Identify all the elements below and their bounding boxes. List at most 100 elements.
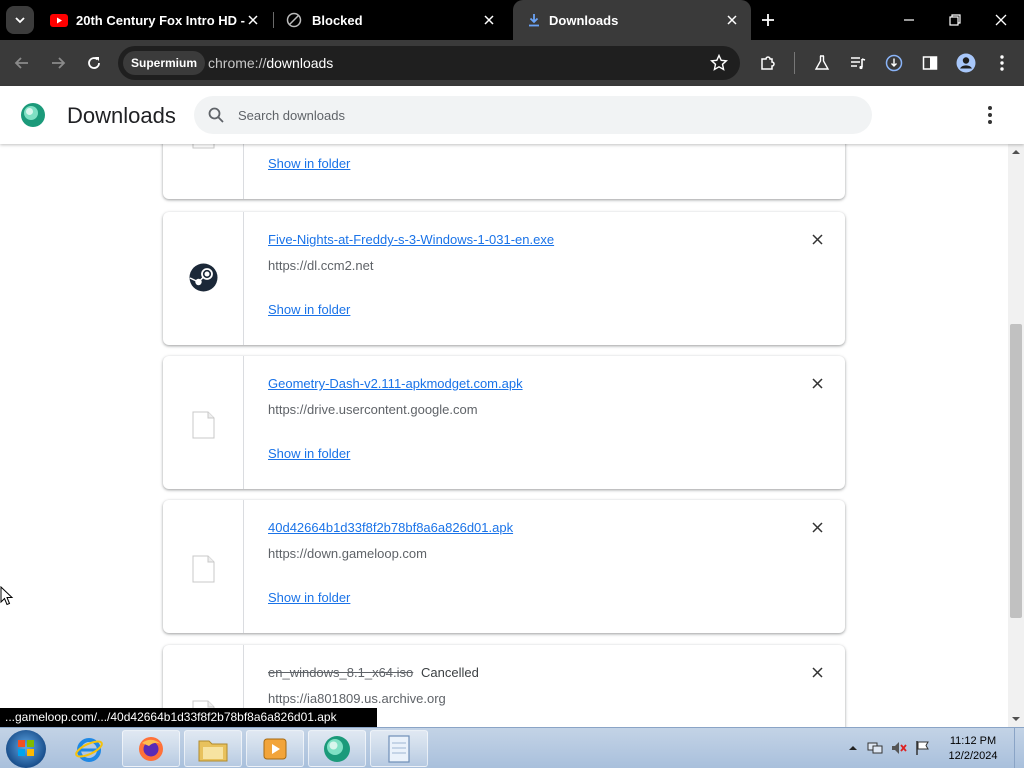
remove-download-button[interactable] — [809, 375, 825, 391]
tray-network[interactable] — [867, 740, 883, 756]
more-actions-button[interactable] — [980, 104, 1000, 126]
chevron-down-icon — [15, 17, 25, 24]
show-in-folder-link[interactable]: Show in folder — [268, 590, 350, 605]
scroll-down-arrow-icon[interactable] — [1012, 715, 1020, 723]
tray-action-center[interactable] — [915, 740, 931, 756]
download-filename-link[interactable]: 40d42664b1d33f8f2b78bf8a6a826d01.apk — [268, 520, 513, 535]
url-scheme: chrome:// — [208, 55, 267, 71]
tab-strip: 20th Century Fox Intro HD - Yo Blocked D… — [0, 0, 1024, 40]
download-source-url: https://down.gameloop.com — [268, 546, 427, 561]
flask-icon — [814, 55, 830, 70]
download-source-url: https://ia801809.us.archive.org — [268, 691, 446, 706]
file-icon — [192, 411, 215, 439]
mouse-cursor-icon — [0, 586, 14, 606]
taskbar-firefox[interactable] — [122, 730, 180, 767]
network-icon — [867, 742, 883, 754]
volume-muted-icon — [892, 742, 907, 754]
supermium-logo-icon — [21, 103, 45, 127]
download-filename-link[interactable]: Geometry-Dash-v2.111-apkmodget.com.apk — [268, 376, 523, 391]
download-icon-column — [163, 356, 244, 489]
url-host: downloads — [266, 55, 334, 71]
show-desktop-button[interactable] — [1014, 728, 1024, 768]
side-panel-button[interactable] — [920, 53, 940, 73]
steam-icon — [189, 263, 218, 292]
taskbar-notepad[interactable] — [370, 730, 428, 767]
screen: 20th Century Fox Intro HD - Yo Blocked D… — [0, 0, 1024, 768]
file-icon — [192, 555, 215, 583]
tab-search-button[interactable] — [6, 6, 34, 34]
tab-label: Downloads — [549, 12, 619, 28]
side-panel-icon — [922, 56, 938, 70]
forward-button[interactable] — [46, 51, 70, 75]
extension-button[interactable] — [884, 53, 904, 73]
arrow-left-icon — [14, 57, 28, 69]
close-icon — [811, 521, 823, 533]
taskbar-clock[interactable]: 11:12 PM 12/2/2024 — [937, 734, 1009, 764]
tab-downloads[interactable]: Downloads — [513, 0, 751, 40]
download-icon-column — [163, 212, 244, 345]
extensions-button[interactable] — [758, 53, 778, 73]
more-vertical-icon — [1000, 55, 1004, 71]
scrollbar-thumb[interactable] — [1010, 324, 1022, 618]
downloads-header: Downloads — [0, 86, 1024, 144]
firefox-icon — [139, 736, 163, 761]
media-controls-button[interactable] — [848, 53, 868, 73]
tab-separator — [273, 12, 274, 28]
tab-blocked[interactable]: Blocked — [276, 0, 508, 40]
downloads-list: Show in folder Five-Nights-at-Freddy-s-3… — [0, 144, 1008, 727]
search-input[interactable] — [238, 96, 858, 134]
start-button[interactable] — [6, 730, 46, 768]
tab-youtube[interactable]: 20th Century Fox Intro HD - Yo — [40, 0, 272, 40]
download-filename-link[interactable]: Five-Nights-at-Freddy-s-3-Windows-1-031-… — [268, 232, 554, 247]
page-scrollbar[interactable] — [1008, 144, 1024, 727]
profile-button[interactable] — [956, 53, 976, 73]
link-status-bubble: ...gameloop.com/.../40d42664b1d33f8f2b78… — [0, 708, 377, 727]
remove-download-button[interactable] — [809, 519, 825, 535]
tab-close-button[interactable] — [480, 11, 498, 29]
file-icon — [192, 144, 215, 149]
taskbar-supermium[interactable] — [308, 730, 366, 767]
browser-menu-button[interactable] — [992, 53, 1012, 73]
tab-label: Blocked — [312, 12, 363, 28]
taskbar-file-explorer[interactable] — [184, 730, 242, 767]
new-tab-button[interactable] — [758, 10, 778, 30]
download-icon — [529, 14, 539, 27]
minimize-button[interactable] — [897, 8, 921, 32]
download-item: Geometry-Dash-v2.111-apkmodget.com.apk h… — [163, 356, 845, 489]
tab-close-button[interactable] — [723, 11, 741, 29]
close-window-button[interactable] — [989, 8, 1013, 32]
download-filename: en_windows_8.1_x64.iso — [268, 665, 414, 680]
notepad-icon — [388, 734, 410, 763]
tab-close-button[interactable] — [244, 11, 262, 29]
taskbar-internet-explorer[interactable] — [60, 730, 118, 767]
show-in-folder-link[interactable]: Show in folder — [268, 302, 350, 317]
address-bar[interactable]: Supermium chrome://downloads — [118, 46, 740, 80]
browser-chip[interactable]: Supermium — [123, 51, 206, 75]
tray-volume[interactable] — [891, 740, 907, 756]
toolbar-separator — [794, 52, 795, 74]
search-downloads-box[interactable] — [194, 96, 872, 134]
taskbar-media-player[interactable] — [246, 730, 304, 767]
back-button[interactable] — [10, 51, 34, 75]
show-in-folder-link[interactable]: Show in folder — [268, 156, 350, 171]
avatar-icon — [956, 53, 976, 73]
restore-icon — [949, 14, 961, 26]
bookmark-star-icon[interactable] — [710, 54, 728, 72]
reload-button[interactable] — [82, 51, 106, 75]
download-item: Five-Nights-at-Freddy-s-3-Windows-1-031-… — [163, 212, 845, 345]
url-text: chrome://downloads — [208, 55, 333, 71]
remove-download-button[interactable] — [809, 231, 825, 247]
download-icon-column — [163, 144, 244, 199]
labs-button[interactable] — [812, 53, 832, 73]
search-icon — [208, 107, 224, 123]
close-icon — [811, 377, 823, 389]
scroll-up-arrow-icon[interactable] — [1012, 148, 1020, 156]
close-icon — [727, 15, 737, 25]
restore-button[interactable] — [943, 8, 967, 32]
show-in-folder-link[interactable]: Show in folder — [268, 446, 350, 461]
download-status: Cancelled — [421, 665, 479, 680]
more-vertical-icon — [988, 106, 992, 110]
show-hidden-icons-button[interactable] — [845, 740, 861, 756]
remove-download-button[interactable] — [809, 664, 825, 680]
minimize-icon — [904, 19, 914, 21]
